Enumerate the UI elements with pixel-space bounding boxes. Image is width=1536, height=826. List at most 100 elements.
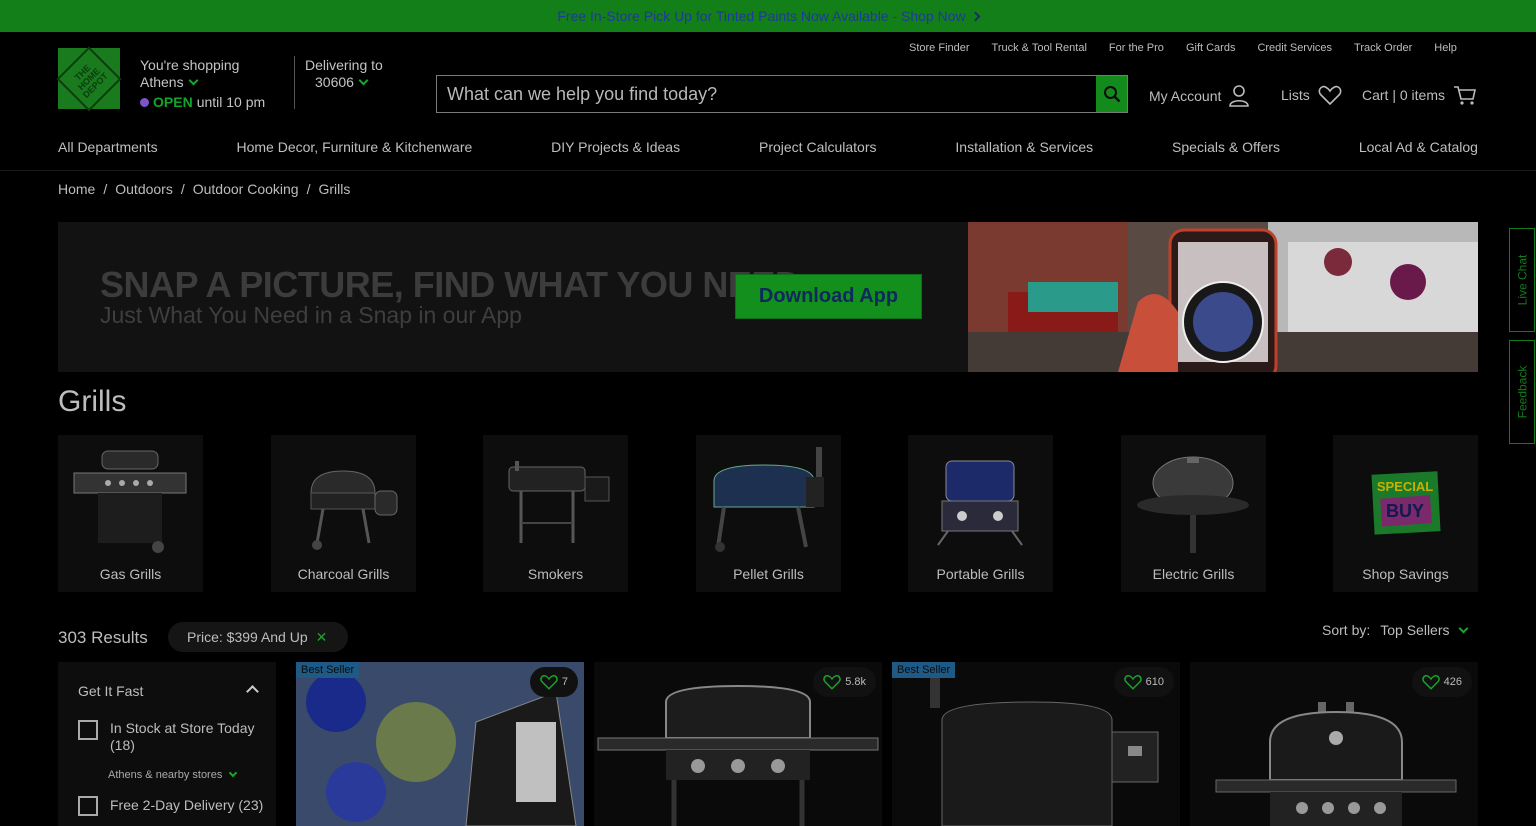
link-store-finder[interactable]: Store Finder	[909, 42, 970, 54]
user-icon	[1229, 85, 1250, 107]
breadcrumb-grills[interactable]: Grills	[318, 181, 350, 197]
sort-dropdown[interactable]: Sort by: Top Sellers	[1322, 622, 1468, 638]
breadcrumb: Home / Outdoors / Outdoor Cooking / Grills	[58, 181, 351, 197]
filter-free-delivery-label[interactable]: Free 2-Day Delivery (23)	[110, 797, 263, 813]
chevron-up-icon[interactable]	[246, 685, 259, 698]
live-chat-tab[interactable]: Live Chat	[1509, 228, 1535, 332]
store-selector[interactable]: You're shopping Athens OPEN until 10 pm	[140, 57, 265, 111]
search-input[interactable]	[437, 76, 1096, 112]
link-track-order[interactable]: Track Order	[1354, 42, 1412, 54]
utility-links: Store Finder Truck & Tool Rental For the…	[909, 42, 1457, 54]
nav-divider	[0, 170, 1536, 171]
favorite-button[interactable]: 5.8k	[813, 667, 876, 697]
chevron-down-icon	[229, 768, 238, 778]
category-portable-grills[interactable]: Portable Grills	[908, 435, 1053, 592]
electric-grill-icon	[1137, 456, 1249, 553]
promo-banner[interactable]: Free In-Store Pick Up for Tinted Paints …	[0, 0, 1536, 32]
home-depot-logo[interactable]: THE HOME DEPOT	[56, 45, 122, 112]
results-count: 303 Results	[58, 628, 148, 647]
charcoal-grill-icon	[310, 470, 398, 550]
heart-icon	[1123, 674, 1142, 690]
category-label: Shop Savings	[1362, 566, 1449, 582]
filter-heading[interactable]: Get It Fast	[78, 683, 143, 699]
nav-all-departments[interactable]: All Departments	[58, 139, 158, 155]
app-promo-banner: SNAP A PICTURE, FIND WHAT YOU NEED Just …	[58, 222, 968, 372]
filter-in-stock-label[interactable]: In Stock at Store Today (18)	[110, 720, 270, 754]
category-shop-savings[interactable]: SPECIAL BUY Shop Savings	[1333, 435, 1478, 592]
nearby-stores-selector[interactable]: Athens & nearby stores	[108, 768, 238, 781]
search-bar	[436, 75, 1128, 113]
product-card[interactable]: Best Seller 610	[892, 662, 1180, 826]
heart-icon	[540, 674, 558, 690]
delivering-label: Delivering to	[305, 57, 383, 73]
promo-text[interactable]: Free In-Store Pick Up for Tinted Paints …	[557, 8, 965, 24]
product-card[interactable]: 426	[1190, 662, 1478, 826]
nav-home-decor[interactable]: Home Decor, Furniture & Kitchenware	[237, 139, 473, 155]
category-electric-grills[interactable]: Electric Grills	[1121, 435, 1266, 592]
cart-icon	[1454, 86, 1476, 105]
link-for-the-pro[interactable]: For the Pro	[1109, 42, 1164, 54]
checkbox-in-stock[interactable]	[78, 720, 98, 740]
store-city[interactable]: Athens	[140, 74, 184, 91]
sort-value: Top Sellers	[1380, 622, 1450, 638]
delivery-zip[interactable]: 30606	[315, 74, 354, 91]
link-gift-cards[interactable]: Gift Cards	[1186, 42, 1236, 54]
lists-button[interactable]: Lists	[1281, 85, 1342, 105]
sort-label: Sort by:	[1322, 622, 1371, 638]
category-charcoal-grills[interactable]: Charcoal Grills	[271, 435, 416, 592]
breadcrumb-outdoors[interactable]: Outdoors	[115, 181, 173, 197]
checkbox-free-delivery[interactable]	[78, 796, 98, 816]
page-title: Grills	[58, 385, 127, 418]
special-buy-line2: BUY	[1386, 501, 1424, 521]
chevron-down-icon	[188, 75, 199, 86]
special-buy-icon: SPECIAL BUY	[1371, 471, 1441, 535]
category-pellet-grills[interactable]: Pellet Grills	[696, 435, 841, 592]
category-label: Pellet Grills	[733, 566, 804, 582]
category-smokers[interactable]: Smokers	[483, 435, 628, 592]
feedback-tab[interactable]: Feedback	[1509, 340, 1535, 444]
nav-local-ad-catalog[interactable]: Local Ad & Catalog	[1359, 139, 1478, 155]
live-chat-label: Live Chat	[1515, 254, 1530, 306]
open-hours: until 10 pm	[196, 94, 266, 110]
link-credit-services[interactable]: Credit Services	[1257, 42, 1332, 54]
close-icon[interactable]: ✕	[316, 629, 328, 646]
favorite-count: 426	[1443, 676, 1462, 688]
logo-mark: THE HOME DEPOT	[56, 45, 122, 112]
lists-label: Lists	[1281, 87, 1310, 103]
main-nav: All Departments Home Decor, Furniture & …	[58, 139, 1478, 155]
search-icon	[1103, 86, 1120, 103]
link-truck-tool-rental[interactable]: Truck & Tool Rental	[992, 42, 1087, 54]
product-card[interactable]: 5.8k	[594, 662, 882, 826]
filter-pill-price[interactable]: Price: $399 And Up ✕	[168, 622, 348, 652]
my-account-button[interactable]: My Account	[1149, 85, 1250, 107]
favorite-button[interactable]: 426	[1411, 667, 1472, 697]
link-help[interactable]: Help	[1434, 42, 1457, 54]
best-seller-badge: Best Seller	[892, 662, 956, 678]
phone-scan-image	[968, 222, 1478, 372]
nav-specials-offers[interactable]: Specials & Offers	[1172, 139, 1280, 155]
cart-button[interactable]: Cart | 0 items	[1362, 85, 1477, 105]
category-label: Electric Grills	[1152, 566, 1235, 582]
category-label: Smokers	[527, 566, 584, 582]
download-app-button[interactable]: Download App	[735, 274, 922, 319]
feedback-label: Feedback	[1515, 365, 1530, 419]
nav-project-calculators[interactable]: Project Calculators	[759, 139, 877, 155]
category-gas-grills[interactable]: Gas Grills	[58, 435, 203, 592]
breadcrumb-home[interactable]: Home	[58, 181, 95, 197]
nav-diy-projects[interactable]: DIY Projects & Ideas	[551, 139, 680, 155]
favorite-count: 7	[561, 676, 568, 688]
nav-installation-services[interactable]: Installation & Services	[955, 139, 1093, 155]
banner-headline: SNAP A PICTURE, FIND WHAT YOU NEED	[100, 264, 801, 305]
breadcrumb-outdoor-cooking[interactable]: Outdoor Cooking	[193, 181, 299, 197]
delivery-zip-selector[interactable]: Delivering to 30606	[305, 57, 383, 91]
search-button[interactable]	[1096, 76, 1127, 112]
category-label: Gas Grills	[99, 566, 162, 582]
cart-label: Cart | 0 items	[1362, 87, 1445, 103]
favorite-count: 5.8k	[845, 676, 866, 688]
category-label: Portable Grills	[936, 566, 1025, 582]
product-card[interactable]: Best Seller 7	[296, 662, 584, 826]
status-dot-icon	[140, 98, 149, 107]
favorite-button[interactable]: 610	[1113, 667, 1174, 697]
heart-icon	[1421, 674, 1440, 690]
favorite-button[interactable]: 7	[529, 667, 578, 697]
